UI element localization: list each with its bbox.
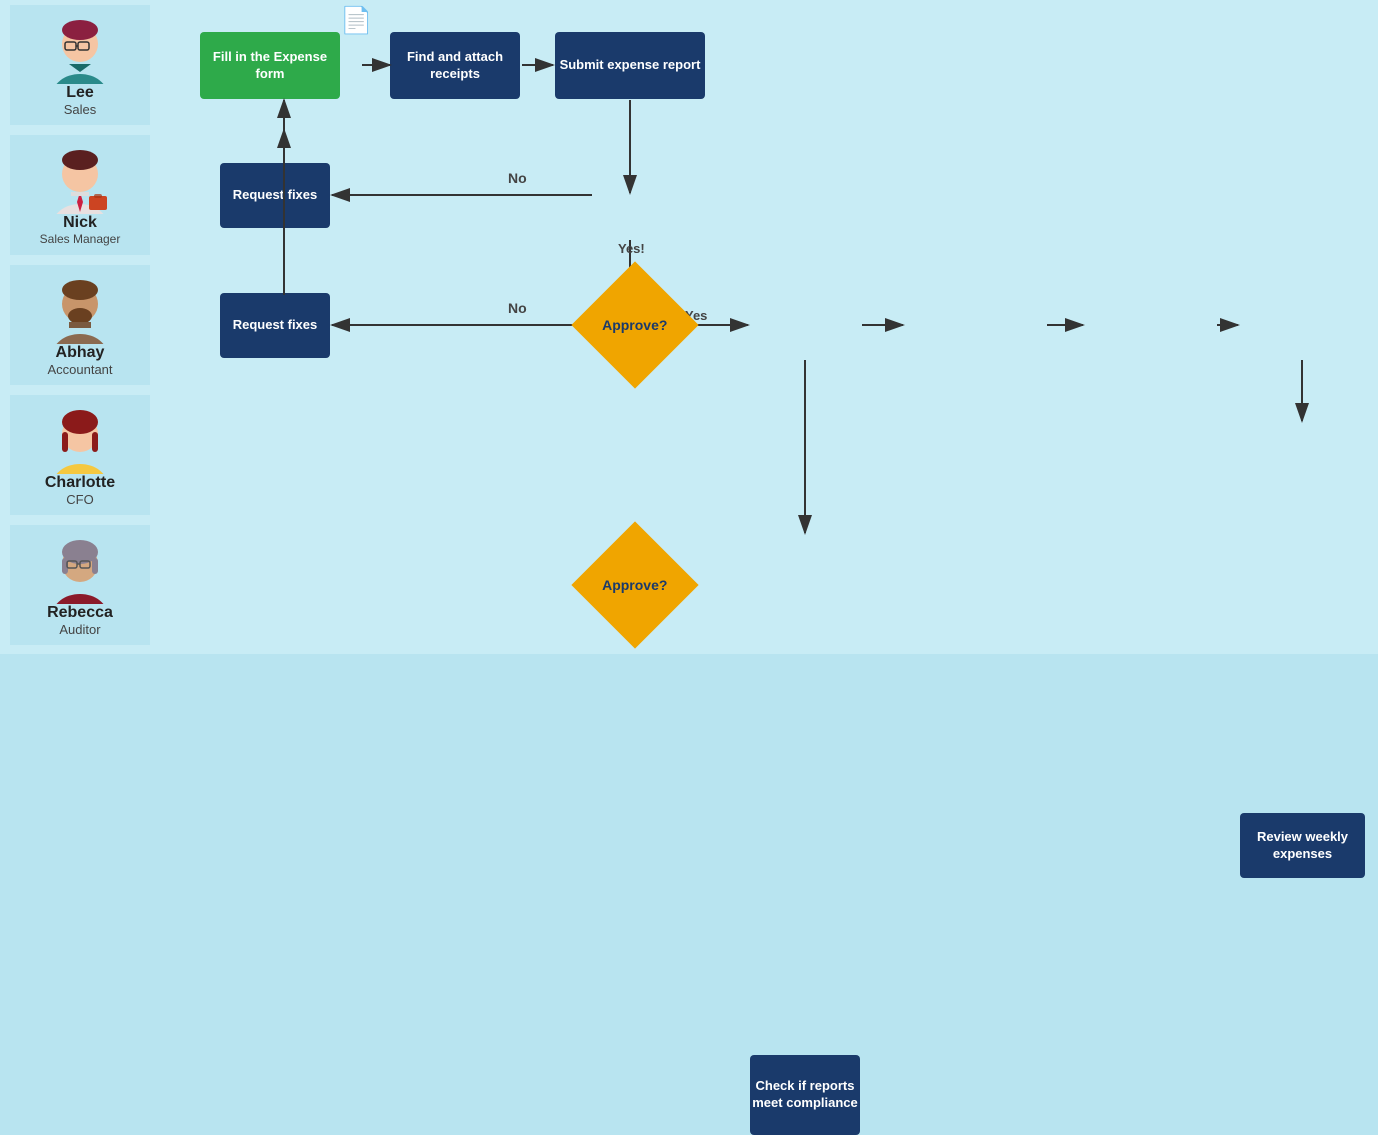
actor-role-rebecca: Auditor <box>59 622 100 637</box>
actor-name-lee: Lee <box>66 84 94 102</box>
review-weekly-box[interactable]: Review weekly expenses <box>1240 813 1365 878</box>
approve-abhay-label: Approve? <box>602 577 667 593</box>
request-fixes-abhay-box[interactable]: Request fixes <box>220 293 330 358</box>
receipt-icon: 📄 <box>340 5 372 36</box>
actor-nick: Nick Sales Manager <box>10 135 150 255</box>
actor-name-nick: Nick <box>63 214 97 232</box>
avatar-nick <box>45 144 115 214</box>
actor-name-abhay: Abhay <box>56 344 105 362</box>
lane-nick: Nick Sales Manager Request fixes Approve… <box>0 130 1378 260</box>
avatar-lee <box>45 14 115 84</box>
avatar-charlotte <box>45 404 115 474</box>
avatar-abhay <box>45 274 115 344</box>
check-compliance-box[interactable]: Check if reports meet compliance <box>750 1055 860 1135</box>
find-receipts-box[interactable]: Find and attach receipts <box>390 32 520 99</box>
actor-lee: Lee Sales <box>10 5 150 125</box>
lane-charlotte: Charlotte CFO Review weekly expenses <box>0 390 1378 520</box>
actor-abhay: Abhay Accountant <box>10 265 150 385</box>
actor-role-nick: Sales Manager <box>40 232 121 246</box>
actor-charlotte: Charlotte CFO <box>10 395 150 515</box>
avatar-rebecca <box>45 534 115 604</box>
submit-report-box[interactable]: Submit expense report <box>555 32 705 99</box>
actor-role-charlotte: CFO <box>66 492 93 507</box>
actor-name-charlotte: Charlotte <box>45 474 115 492</box>
approve-nick-label: Approve? <box>602 317 667 333</box>
lane-lee: Lee Sales 📄 Fill in the Expense form Fin… <box>0 0 1378 130</box>
actor-role-abhay: Accountant <box>47 362 112 377</box>
actor-rebecca: Rebecca Auditor <box>10 525 150 645</box>
actor-role-lee: Sales <box>64 102 97 117</box>
request-fixes-nick-box[interactable]: Request fixes <box>220 163 330 228</box>
actor-name-rebecca: Rebecca <box>47 604 113 622</box>
fill-expense-box[interactable]: Fill in the Expense form <box>200 32 340 99</box>
